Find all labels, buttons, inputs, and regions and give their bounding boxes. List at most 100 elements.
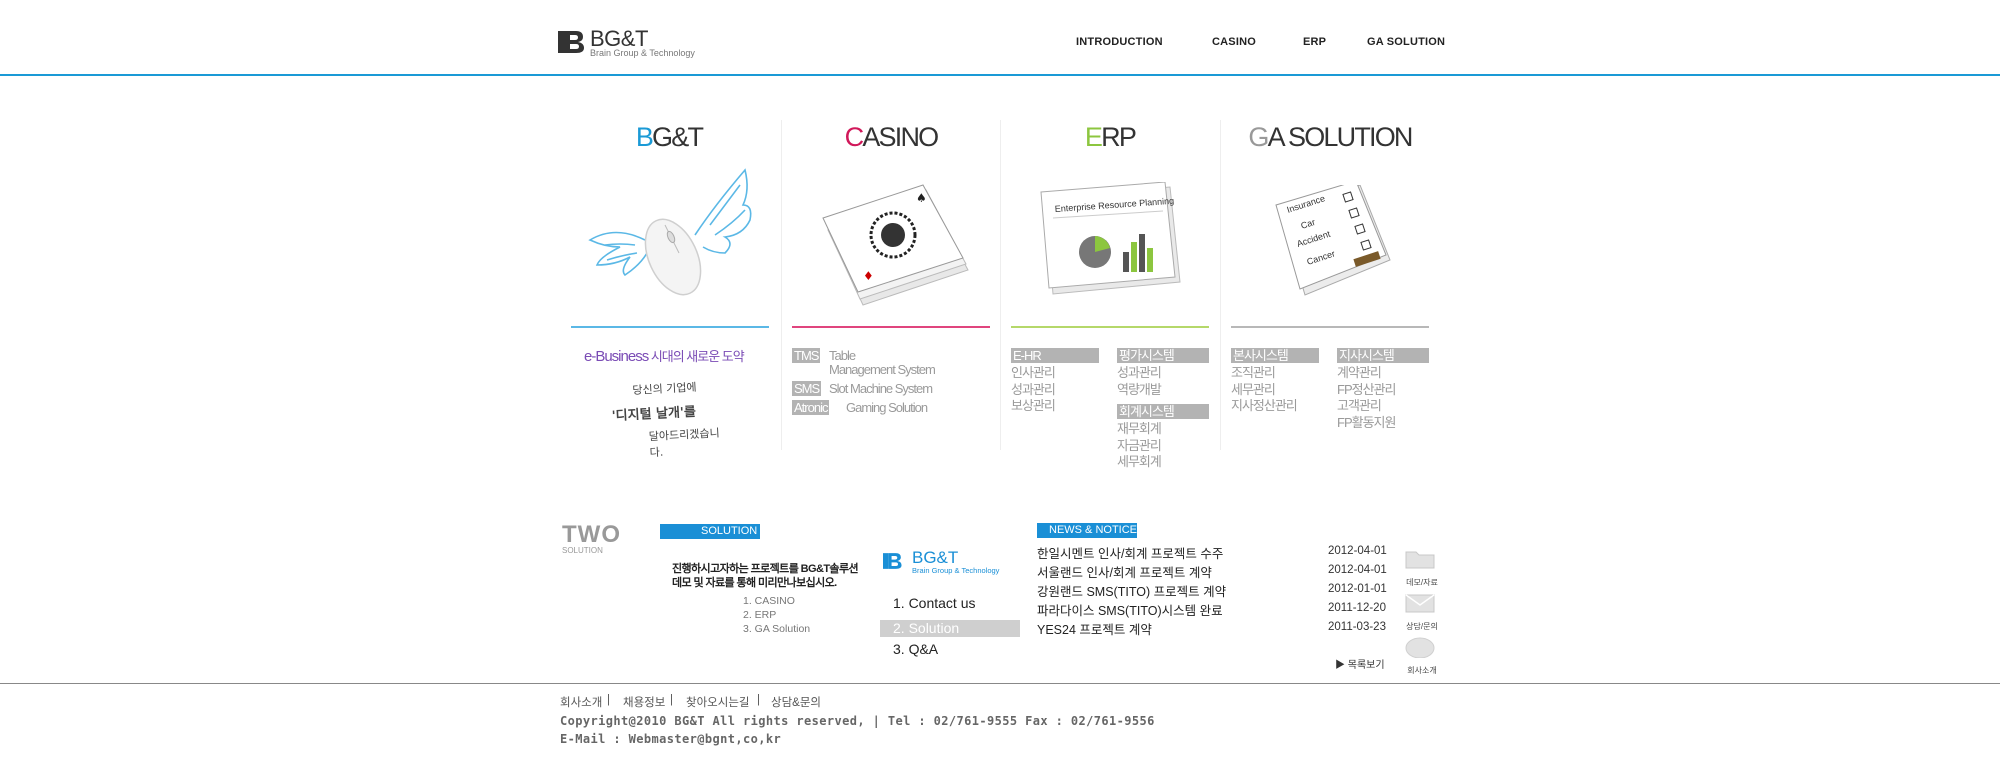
ehr-item[interactable]: 인사관리: [1011, 365, 1099, 382]
side-icon-label: 데모/자료: [1406, 578, 1438, 587]
product-name: Slot Machine System: [829, 381, 933, 396]
headquarters-item[interactable]: 지사정산관리: [1231, 398, 1319, 415]
building-icon: [1405, 637, 1435, 659]
company-intro-button[interactable]: 회사소개: [1404, 636, 1440, 676]
casino-column-title[interactable]: CASINO: [791, 122, 991, 153]
nav-erp[interactable]: ERP: [1303, 36, 1326, 48]
branch-item[interactable]: FP활동지원: [1337, 415, 1429, 432]
nav-ga-solution[interactable]: GA SOLUTION: [1367, 36, 1445, 48]
casino-accent-rule: [792, 326, 990, 328]
bgt-column-title[interactable]: BG&T: [569, 122, 769, 153]
footer-link-company[interactable]: 회사소개: [560, 694, 602, 710]
column-divider: [1000, 120, 1001, 450]
insurance-checklist-image: Insurance Car Accident Cancer: [1275, 185, 1391, 296]
solution-list-item[interactable]: 1. CASINO: [743, 594, 810, 608]
menu-qa[interactable]: 3. Q&A: [893, 641, 938, 657]
group-items: 조직관리 세무관리 지사정산관리: [1231, 365, 1319, 415]
playing-cards-image: ♦ ♠: [822, 184, 969, 306]
bgt-logo-mark-icon: [558, 31, 584, 53]
group-items: 재무회계 자금관리 세무회계: [1117, 421, 1209, 471]
product-tag: SMS: [792, 381, 822, 396]
nav-introduction[interactable]: INTRODUCTION: [1076, 36, 1163, 48]
promo-line-2: 데모 및 자료를 통해 미리만나보십시오.: [672, 577, 837, 589]
ga-branch-group: 지사시스템 계약관리 FP정산관리 고객관리 FP활동지원: [1337, 348, 1429, 431]
branch-item[interactable]: 고객관리: [1337, 398, 1429, 415]
slogan-line-2: '디지털 날개'를: [611, 404, 697, 425]
solution-promo: 진행하시고자하는 프로젝트를 BG&T솔루션 데모 및 자료를 통해 미리만나보…: [672, 562, 859, 590]
ehr-item[interactable]: 보상관리: [1011, 398, 1099, 415]
footer-email[interactable]: E-Mail : Webmaster@bgnt,co,kr: [560, 732, 781, 746]
winged-mouse-image: [588, 168, 752, 296]
news-item-date: 2011-03-23: [1328, 621, 1386, 633]
news-item-title[interactable]: 파라다이스 SMS(TITO)시스템 완료: [1037, 600, 1223, 619]
solution-list-item[interactable]: 3. GA Solution: [743, 622, 810, 636]
branch-item[interactable]: FP정산관리: [1337, 382, 1429, 399]
footer-link-careers[interactable]: 채용정보: [623, 694, 665, 710]
news-item-title[interactable]: 한일시멘트 인사/회계 프로젝트 수주: [1037, 543, 1223, 562]
column-divider: [781, 120, 782, 450]
svg-text:♦: ♦: [863, 269, 874, 283]
ehr-item[interactable]: 성과관리: [1011, 382, 1099, 399]
accounting-item[interactable]: 자금관리: [1117, 438, 1209, 455]
side-icon-label: 상담/문의: [1406, 622, 1438, 631]
group-label: E-HR: [1011, 348, 1099, 363]
site-logo[interactable]: BG&T Brain Group & Technology: [558, 26, 708, 62]
nav-casino[interactable]: CASINO: [1212, 36, 1256, 48]
news-section-bar: NEWS & NOTICE: [1037, 523, 1137, 538]
product-name-line-2: Management System: [829, 362, 936, 377]
product-name: Gaming Solution: [846, 400, 928, 415]
ga-accent-rule: [1231, 326, 1429, 328]
news-item-date: 2011-12-20: [1328, 602, 1386, 614]
erp-evaluation-group: 평가시스템 성과관리 역량개발: [1117, 348, 1209, 398]
erp-document-image: Enterprise Resource Planning: [1040, 182, 1181, 295]
footer-separator: |: [757, 694, 760, 706]
demo-materials-button[interactable]: 데모/자료: [1404, 548, 1440, 588]
evaluation-item[interactable]: 성과관리: [1117, 365, 1209, 382]
news-item-title[interactable]: 강원랜드 SMS(TITO) 프로젝트 계약: [1037, 581, 1226, 600]
promo-line-1: 진행하시고자하는 프로젝트를 BG&T솔루션: [672, 563, 859, 575]
branch-item[interactable]: 계약관리: [1337, 365, 1429, 382]
envelope-icon: [1405, 594, 1435, 613]
product-tag: Atronic: [792, 400, 830, 415]
ga-headquarters-group: 본사시스템 조직관리 세무관리 지사정산관리: [1231, 348, 1319, 415]
news-item-title[interactable]: YES24 프로젝트 계약: [1037, 619, 1152, 638]
accounting-item[interactable]: 세무회계: [1117, 454, 1209, 471]
headquarters-item[interactable]: 조직관리: [1231, 365, 1319, 382]
solution-list-item[interactable]: 2. ERP: [743, 608, 810, 622]
erp-column-title[interactable]: ERP: [1010, 122, 1210, 153]
evaluation-item[interactable]: 역량개발: [1117, 382, 1209, 399]
header-divider: [0, 74, 2000, 76]
product-tag: TMS: [792, 348, 821, 363]
footer-separator: |: [607, 694, 610, 706]
title-initial: C: [844, 122, 864, 152]
menu-solution-highlight[interactable]: 2. Solution: [880, 620, 1020, 637]
group-label: 본사시스템: [1231, 348, 1319, 363]
solution-section-bar: SOLUTION: [660, 524, 760, 539]
accounting-item[interactable]: 재무회계: [1117, 421, 1209, 438]
consult-inquiry-button[interactable]: 상담/문의: [1404, 592, 1440, 632]
two-solution-title: TWO: [562, 521, 621, 548]
news-item-title[interactable]: 서울랜드 인사/회계 프로젝트 계약: [1037, 562, 1212, 581]
news-item-date: 2012-04-01: [1328, 545, 1387, 557]
title-initial: G: [1248, 122, 1269, 152]
logo-subtitle: Brain Group & Technology: [590, 48, 695, 58]
title-initial: B: [635, 122, 654, 152]
news-bar-label: NEWS & NOTICE: [1049, 524, 1138, 536]
menu-contact-us[interactable]: 1. Contact us: [893, 595, 976, 611]
menu-logo-subtitle: Brain Group & Technology: [912, 566, 1000, 575]
erp-accent-rule: [1011, 326, 1209, 328]
footer-separator: |: [670, 694, 673, 706]
group-items: 인사관리 성과관리 보상관리: [1011, 365, 1099, 415]
footer-link-inquiry[interactable]: 상담&문의: [771, 694, 821, 710]
svg-text:♠: ♠: [916, 191, 927, 205]
ga-column-title[interactable]: GA SOLUTION: [1230, 122, 1430, 153]
news-item-date: 2012-04-01: [1328, 564, 1387, 576]
news-more-link[interactable]: ▶ 목록보기: [1335, 656, 1385, 671]
title-initial: E: [1084, 122, 1103, 152]
footer-link-directions[interactable]: 찾아오시는길: [686, 694, 749, 710]
tagline-rest: 시대의 새로운 도약: [648, 349, 745, 364]
menu-solution: 2. Solution: [893, 620, 960, 636]
menu-logo-name: BG&T: [912, 548, 959, 567]
headquarters-item[interactable]: 세무관리: [1231, 382, 1319, 399]
bgt-logo-mark-icon: [883, 553, 902, 569]
